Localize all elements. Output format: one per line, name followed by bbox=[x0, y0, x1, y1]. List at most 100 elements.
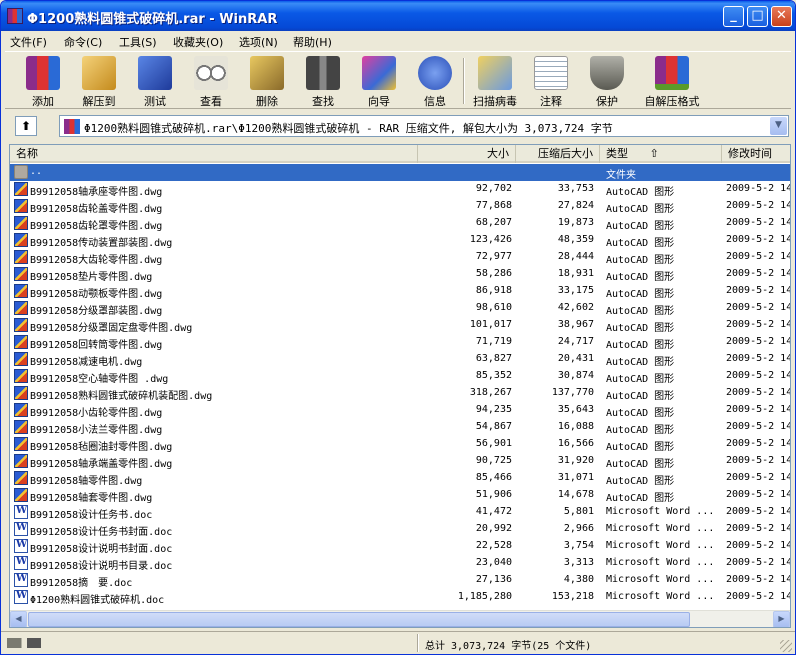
file-size: 20,992 bbox=[475, 523, 512, 534]
file-packed-size: 24,717 bbox=[557, 336, 594, 347]
test-button[interactable]: 测试 bbox=[127, 54, 183, 108]
close-button[interactable]: ✕ bbox=[771, 6, 792, 27]
file-name: B9912058摘 要.doc bbox=[30, 578, 133, 589]
table-row[interactable]: B9912058设计任务书封面.doc 20,992 2,966 Microsoft … bbox=[10, 521, 790, 538]
table-row[interactable]: B9912058垫片零件图.dwg 58,286 18,931 AutoCAD 图形 2… bbox=[10, 266, 790, 283]
scroll-right-button[interactable]: ▶ bbox=[773, 611, 790, 627]
file-size: 85,466 bbox=[475, 472, 512, 483]
add-button[interactable]: 添加 bbox=[15, 54, 71, 108]
autocad-file-icon bbox=[14, 454, 28, 468]
file-type: AutoCAD 图形 bbox=[606, 476, 675, 487]
file-size: 86,918 bbox=[475, 285, 512, 296]
file-name: B9912058轴零件图.dwg bbox=[30, 476, 143, 487]
file-size: 23,040 bbox=[475, 557, 512, 568]
autocad-file-icon bbox=[14, 182, 28, 196]
file-packed-size: 4,380 bbox=[563, 574, 594, 585]
column-modified[interactable]: 修改时间 bbox=[722, 145, 790, 163]
file-name: B9912058齿轮罩零件图.dwg bbox=[30, 221, 163, 232]
protect-button[interactable]: 保护 bbox=[579, 54, 635, 108]
resize-grip[interactable] bbox=[780, 640, 792, 652]
table-row[interactable]: B9912058轴套零件图.dwg 51,906 14,678 AutoCAD 图形 2… bbox=[10, 487, 790, 504]
menu-commands[interactable]: 命令(C) bbox=[64, 34, 102, 50]
table-row[interactable]: B9912058摘 要.doc 27,136 4,380 Microsoft Word… bbox=[10, 572, 790, 589]
table-row[interactable]: B9912058轴承端盖零件图.dwg 90,725 31,920 AutoCAD 图… bbox=[10, 453, 790, 470]
title-bar[interactable]: Φ1200熟料圆锥式破碎机.rar - WinRAR _ □ ✕ bbox=[1, 1, 795, 31]
table-row[interactable]: B9912058熟料圆锥式破碎机装配图.dwg 318,267 137,770 Aut… bbox=[10, 385, 790, 402]
up-folder-button[interactable]: ⬆ bbox=[15, 116, 37, 136]
word-doc-icon bbox=[14, 590, 28, 604]
scroll-thumb[interactable] bbox=[28, 612, 690, 627]
horizontal-scrollbar[interactable]: ◀ ▶ bbox=[10, 610, 790, 627]
table-row[interactable]: B9912058设计说明书封面.doc 22,528 3,754 Microsoft … bbox=[10, 538, 790, 555]
file-size: 94,235 bbox=[475, 404, 512, 415]
table-row[interactable]: B9912058回转筒零件图.dwg 71,719 24,717 AutoCAD 图形… bbox=[10, 334, 790, 351]
view-glasses-icon bbox=[194, 56, 228, 90]
archive-icon bbox=[64, 119, 80, 134]
chevron-down-icon[interactable]: ▼ bbox=[770, 117, 787, 135]
file-name: B9912058减速电机.dwg bbox=[30, 357, 143, 368]
menu-favorites[interactable]: 收藏夹(O) bbox=[173, 34, 223, 50]
comment-button[interactable]: 注释 bbox=[523, 54, 579, 108]
file-name: B9912058大齿轮零件图.dwg bbox=[30, 255, 163, 266]
file-modified: 2009-5-2 14 bbox=[726, 302, 791, 313]
table-row[interactable]: B9912058传动装置部装图.dwg 123,426 48,359 AutoCAD … bbox=[10, 232, 790, 249]
table-row[interactable]: B9912058齿轮盖零件图.dwg 77,868 27,824 AutoCAD 图形… bbox=[10, 198, 790, 215]
view-button[interactable]: 查看 bbox=[183, 54, 239, 108]
table-row[interactable]: B9912058毡圈油封零件图.dwg 56,901 16,566 AutoCAD 图… bbox=[10, 436, 790, 453]
column-name[interactable]: 名称 bbox=[10, 145, 418, 163]
status-total: 总计 3,073,724 字节(25 个文件) bbox=[425, 641, 592, 652]
file-type: AutoCAD 图形 bbox=[606, 374, 675, 385]
column-size[interactable]: 大小 bbox=[418, 145, 516, 163]
word-doc-icon bbox=[14, 539, 28, 553]
file-list[interactable]: 名称 大小 压缩后大小 类型 ⇧ 修改时间 .. 文件夹 B9912058轴承座零件… bbox=[9, 144, 791, 628]
minimize-button[interactable]: _ bbox=[723, 6, 744, 27]
sfx-button[interactable]: 自解压格式 bbox=[635, 54, 709, 108]
table-row[interactable]: B9912058分级罩固定盘零件图.dwg 101,017 38,967 AutoCA… bbox=[10, 317, 790, 334]
file-modified: 2009-5-2 14 bbox=[726, 285, 791, 296]
info-button[interactable]: 信息 bbox=[407, 54, 463, 108]
table-row[interactable]: B9912058轴承座零件图.dwg 92,702 33,753 AutoCAD 图形… bbox=[10, 181, 790, 198]
autocad-file-icon bbox=[14, 420, 28, 434]
wizard-button[interactable]: 向导 bbox=[351, 54, 407, 108]
menu-file[interactable]: 文件(F) bbox=[10, 34, 47, 50]
table-row[interactable]: B9912058动颚板零件图.dwg 86,918 33,175 AutoCAD 图形… bbox=[10, 283, 791, 300]
file-size: 123,426 bbox=[469, 234, 512, 245]
file-modified: 2009-5-2 14 bbox=[726, 557, 791, 568]
extract-to-button[interactable]: 解压到 bbox=[71, 54, 127, 108]
file-size: 101,017 bbox=[469, 319, 512, 330]
table-row[interactable]: .. 文件夹 bbox=[10, 164, 790, 181]
word-doc-icon bbox=[14, 573, 28, 587]
address-field[interactable]: Φ1200熟料圆锥式破碎机.rar\Φ1200熟料圆锥式破碎机 - RAR 压缩… bbox=[59, 115, 789, 137]
virus-scan-button[interactable]: 扫描病毒 bbox=[467, 54, 523, 108]
file-size: 22,528 bbox=[475, 540, 512, 551]
column-type[interactable]: 类型 ⇧ bbox=[600, 145, 722, 163]
shield-icon bbox=[590, 56, 624, 90]
table-row[interactable]: B9912058齿轮罩零件图.dwg 68,207 19,873 AutoCAD 图形… bbox=[10, 215, 790, 232]
file-type: AutoCAD 图形 bbox=[606, 323, 675, 334]
table-row[interactable]: B9912058空心轴零件图 .dwg 85,352 30,874 AutoCAD 图… bbox=[10, 368, 790, 385]
file-packed-size: 30,874 bbox=[557, 370, 594, 381]
maximize-button[interactable]: □ bbox=[747, 6, 768, 27]
table-row[interactable]: B9912058轴零件图.dwg 85,466 31,071 AutoCAD 图形 20… bbox=[10, 470, 790, 487]
table-row[interactable]: B9912058设计任务书.doc 41,472 5,801 Microsoft Wo… bbox=[10, 504, 790, 521]
file-size: 98,610 bbox=[475, 302, 512, 313]
menu-options[interactable]: 选项(N) bbox=[239, 34, 278, 50]
menu-tools[interactable]: 工具(S) bbox=[119, 34, 157, 50]
table-row[interactable]: Φ1200熟料圆锥式破碎机.doc 1,185,280 153,218 Microso… bbox=[10, 589, 790, 606]
file-name: B9912058熟料圆锥式破碎机装配图.dwg bbox=[30, 391, 213, 402]
file-name: B9912058空心轴零件图 .dwg bbox=[30, 374, 169, 385]
autocad-file-icon bbox=[14, 250, 28, 264]
column-packed[interactable]: 压缩后大小 bbox=[516, 145, 600, 163]
menu-help[interactable]: 帮助(H) bbox=[293, 34, 332, 50]
table-row[interactable]: B9912058设计说明书目录.doc 23,040 3,313 Microsoft … bbox=[10, 555, 791, 572]
table-row[interactable]: B9912058减速电机.dwg 63,827 20,431 AutoCAD 图形 20… bbox=[10, 351, 790, 368]
delete-button[interactable]: 删除 bbox=[239, 54, 295, 108]
scroll-left-button[interactable]: ◀ bbox=[10, 611, 27, 627]
table-row[interactable]: B9912058分级罩部装图.dwg 98,610 42,602 AutoCAD 图形… bbox=[10, 300, 791, 317]
file-modified: 2009-5-2 14 bbox=[726, 251, 791, 262]
table-row[interactable]: B9912058小法兰零件图.dwg 54,867 16,088 AutoCAD 图形… bbox=[10, 419, 790, 436]
info-icon bbox=[418, 56, 452, 90]
table-row[interactable]: B9912058小齿轮零件图.dwg 94,235 35,643 AutoCAD 图形… bbox=[10, 402, 790, 419]
find-button[interactable]: 查找 bbox=[295, 54, 351, 108]
table-row[interactable]: B9912058大齿轮零件图.dwg 72,977 28,444 AutoCAD 图形… bbox=[10, 249, 791, 266]
